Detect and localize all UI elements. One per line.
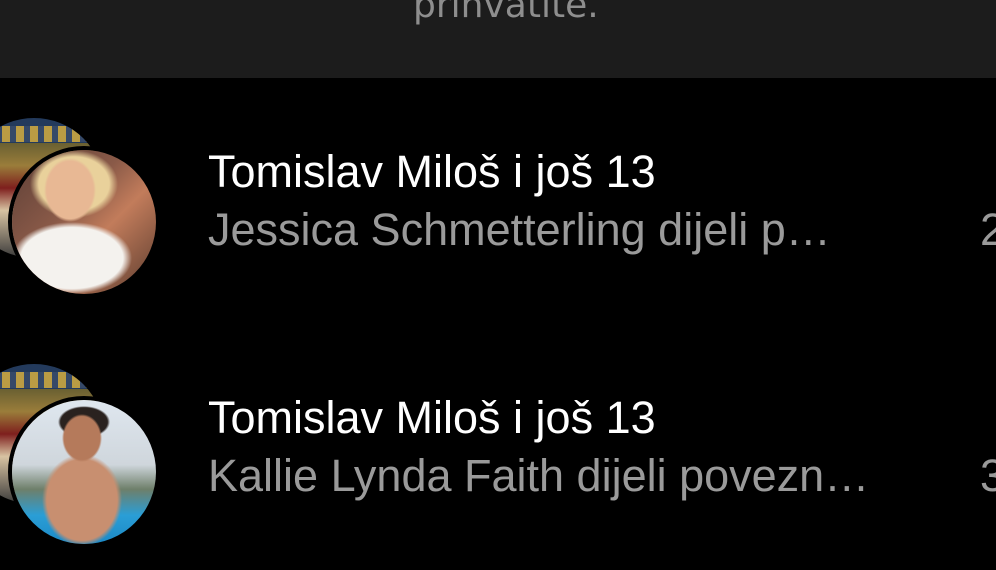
notification-subtitle-line: Jessica Schmetterling dijeli p… 2 bbox=[208, 201, 996, 259]
notification-title: Tomislav Miloš i još 13 bbox=[208, 392, 656, 443]
notification-subtitle: Kallie Lynda Faith dijeli povezn… bbox=[208, 450, 870, 501]
profile-photo bbox=[12, 150, 156, 294]
notification-timestamp: 3 bbox=[980, 450, 996, 501]
notification-title: Tomislav Miloš i još 13 bbox=[208, 146, 656, 197]
notification-text: Tomislav Miloš i još 13 Kallie Lynda Fai… bbox=[208, 389, 996, 505]
avatar-stack bbox=[0, 324, 200, 570]
banner-text: prihvatite. bbox=[413, 0, 599, 26]
notification-row[interactable]: Tomislav Miloš i još 13 Jessica Schmette… bbox=[0, 78, 996, 324]
notification-timestamp: 2 bbox=[980, 204, 996, 255]
notification-subtitle-line: Kallie Lynda Faith dijeli povezn… 3 bbox=[208, 447, 996, 505]
avatar-stack bbox=[0, 78, 200, 324]
profile-photo bbox=[12, 400, 156, 544]
notification-subtitle: Jessica Schmetterling dijeli p… bbox=[208, 204, 831, 255]
avatar bbox=[8, 396, 160, 548]
notification-text: Tomislav Miloš i još 13 Jessica Schmette… bbox=[208, 143, 996, 259]
top-banner: prihvatite. bbox=[0, 0, 996, 78]
avatar bbox=[8, 146, 160, 298]
notification-row[interactable]: Tomislav Miloš i još 13 Kallie Lynda Fai… bbox=[0, 324, 996, 570]
